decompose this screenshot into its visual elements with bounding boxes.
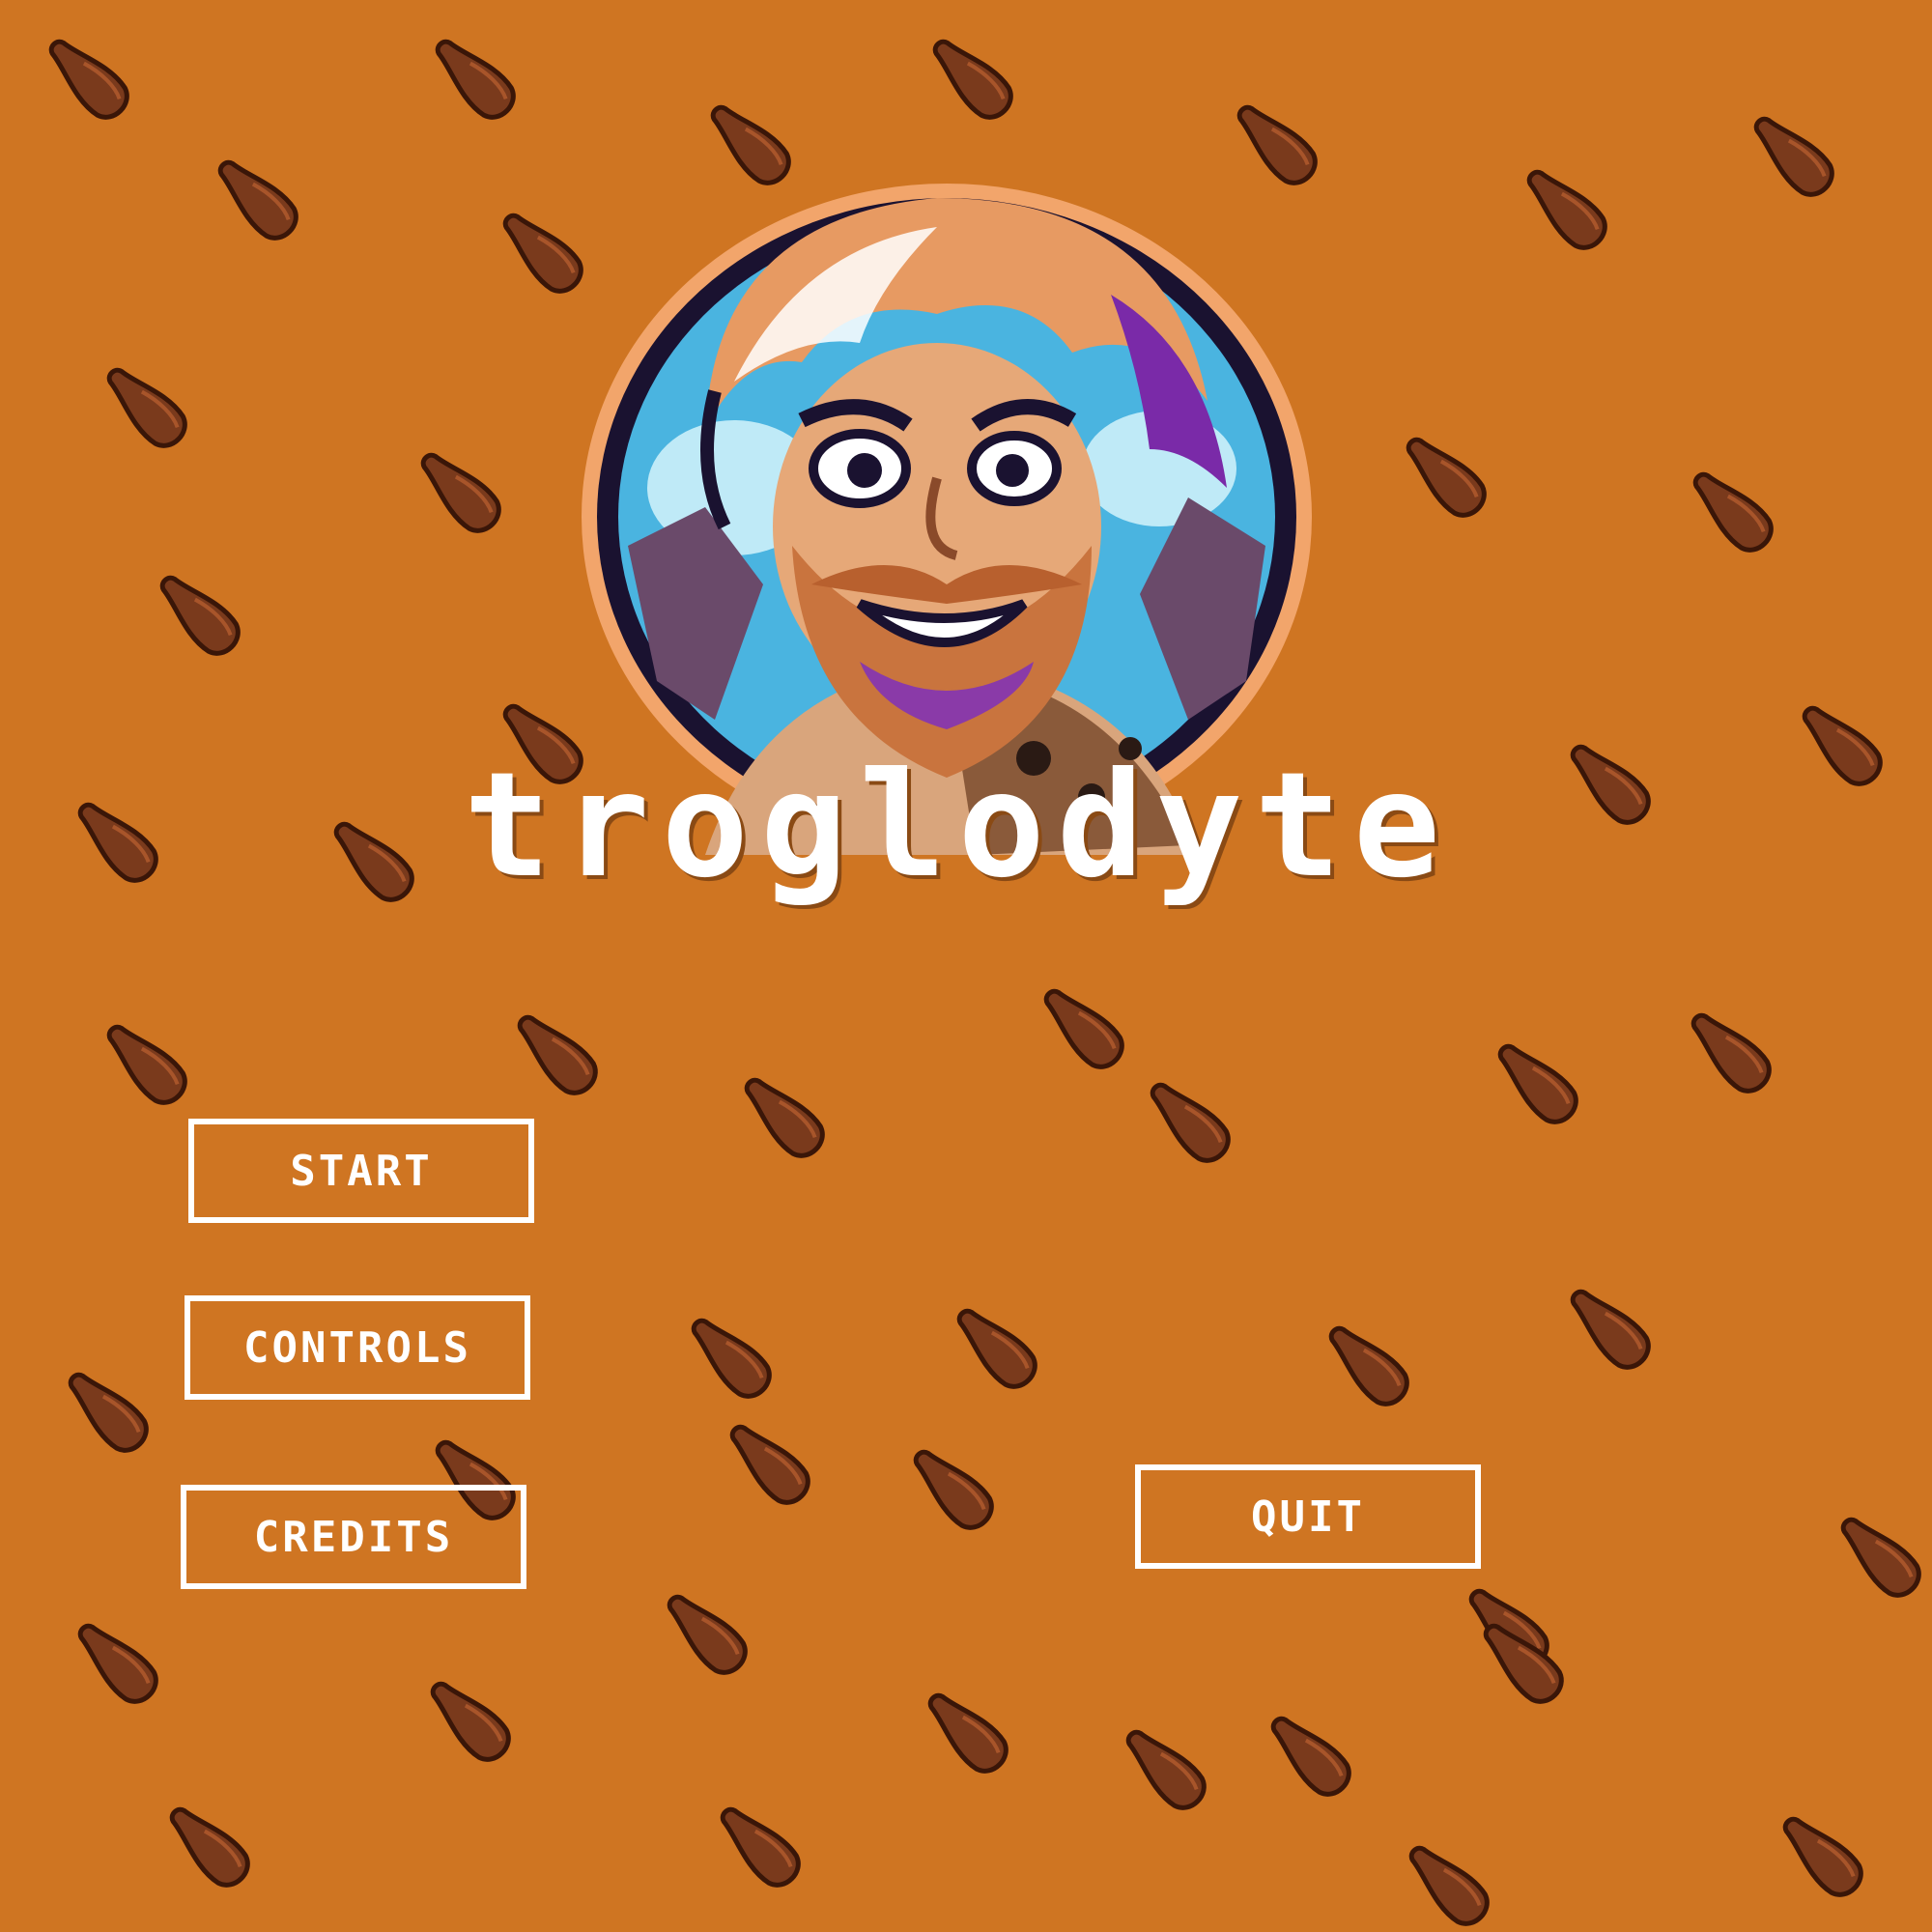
wooden-club-icon: [1150, 1082, 1231, 1163]
wooden-club-icon: [48, 39, 129, 120]
wooden-club-icon: [1408, 1845, 1490, 1926]
start-button[interactable]: START: [188, 1119, 534, 1223]
wooden-club-icon: [1043, 988, 1124, 1069]
wooden-club-icon: [1236, 104, 1318, 185]
wooden-club-icon: [1570, 744, 1651, 825]
wooden-club-icon: [77, 802, 158, 883]
wooden-club-icon: [420, 452, 501, 533]
wooden-club-icon: [1840, 1517, 1921, 1598]
wooden-club-icon: [744, 1077, 825, 1158]
wooden-club-icon: [106, 367, 187, 448]
wooden-club-icon: [932, 39, 1013, 120]
wooden-club-icon: [1270, 1716, 1351, 1797]
wooden-club-icon: [1125, 1729, 1207, 1810]
wooden-club-icon: [68, 1372, 149, 1453]
wooden-club-icon: [217, 159, 298, 241]
wooden-club-icon: [435, 39, 516, 120]
wooden-club-icon: [333, 821, 414, 902]
wooden-club-icon: [1753, 116, 1834, 197]
wooden-club-icon: [1802, 705, 1883, 786]
wooden-club-icon: [1406, 437, 1487, 518]
wooden-club-icon: [1692, 471, 1774, 553]
credits-button[interactable]: CREDITS: [181, 1485, 526, 1589]
game-title: troglodyte: [464, 742, 1453, 910]
wooden-club-icon: [1328, 1325, 1409, 1406]
quit-button[interactable]: QUIT: [1135, 1464, 1481, 1569]
wooden-club-icon: [106, 1024, 187, 1105]
wooden-club-icon: [169, 1806, 250, 1888]
wooden-club-icon: [710, 104, 791, 185]
wooden-club-icon: [667, 1594, 748, 1675]
wooden-club-icon: [159, 575, 241, 656]
controls-button[interactable]: CONTROLS: [185, 1295, 530, 1400]
wooden-club-icon: [77, 1623, 158, 1704]
wooden-club-icon: [1526, 169, 1607, 250]
wooden-club-icon: [517, 1014, 598, 1095]
wooden-club-icon: [720, 1806, 801, 1888]
wooden-club-icon: [956, 1308, 1037, 1389]
wooden-club-icon: [1497, 1043, 1578, 1124]
wooden-club-icon: [913, 1449, 994, 1530]
wooden-club-icon: [1570, 1289, 1651, 1370]
wooden-club-icon: [430, 1681, 511, 1762]
wooden-club-icon: [691, 1318, 772, 1399]
wooden-club-icon: [1782, 1816, 1863, 1897]
wooden-club-icon: [729, 1424, 810, 1505]
wooden-club-icon: [1690, 1012, 1772, 1094]
wooden-club-icon: [927, 1692, 1009, 1774]
